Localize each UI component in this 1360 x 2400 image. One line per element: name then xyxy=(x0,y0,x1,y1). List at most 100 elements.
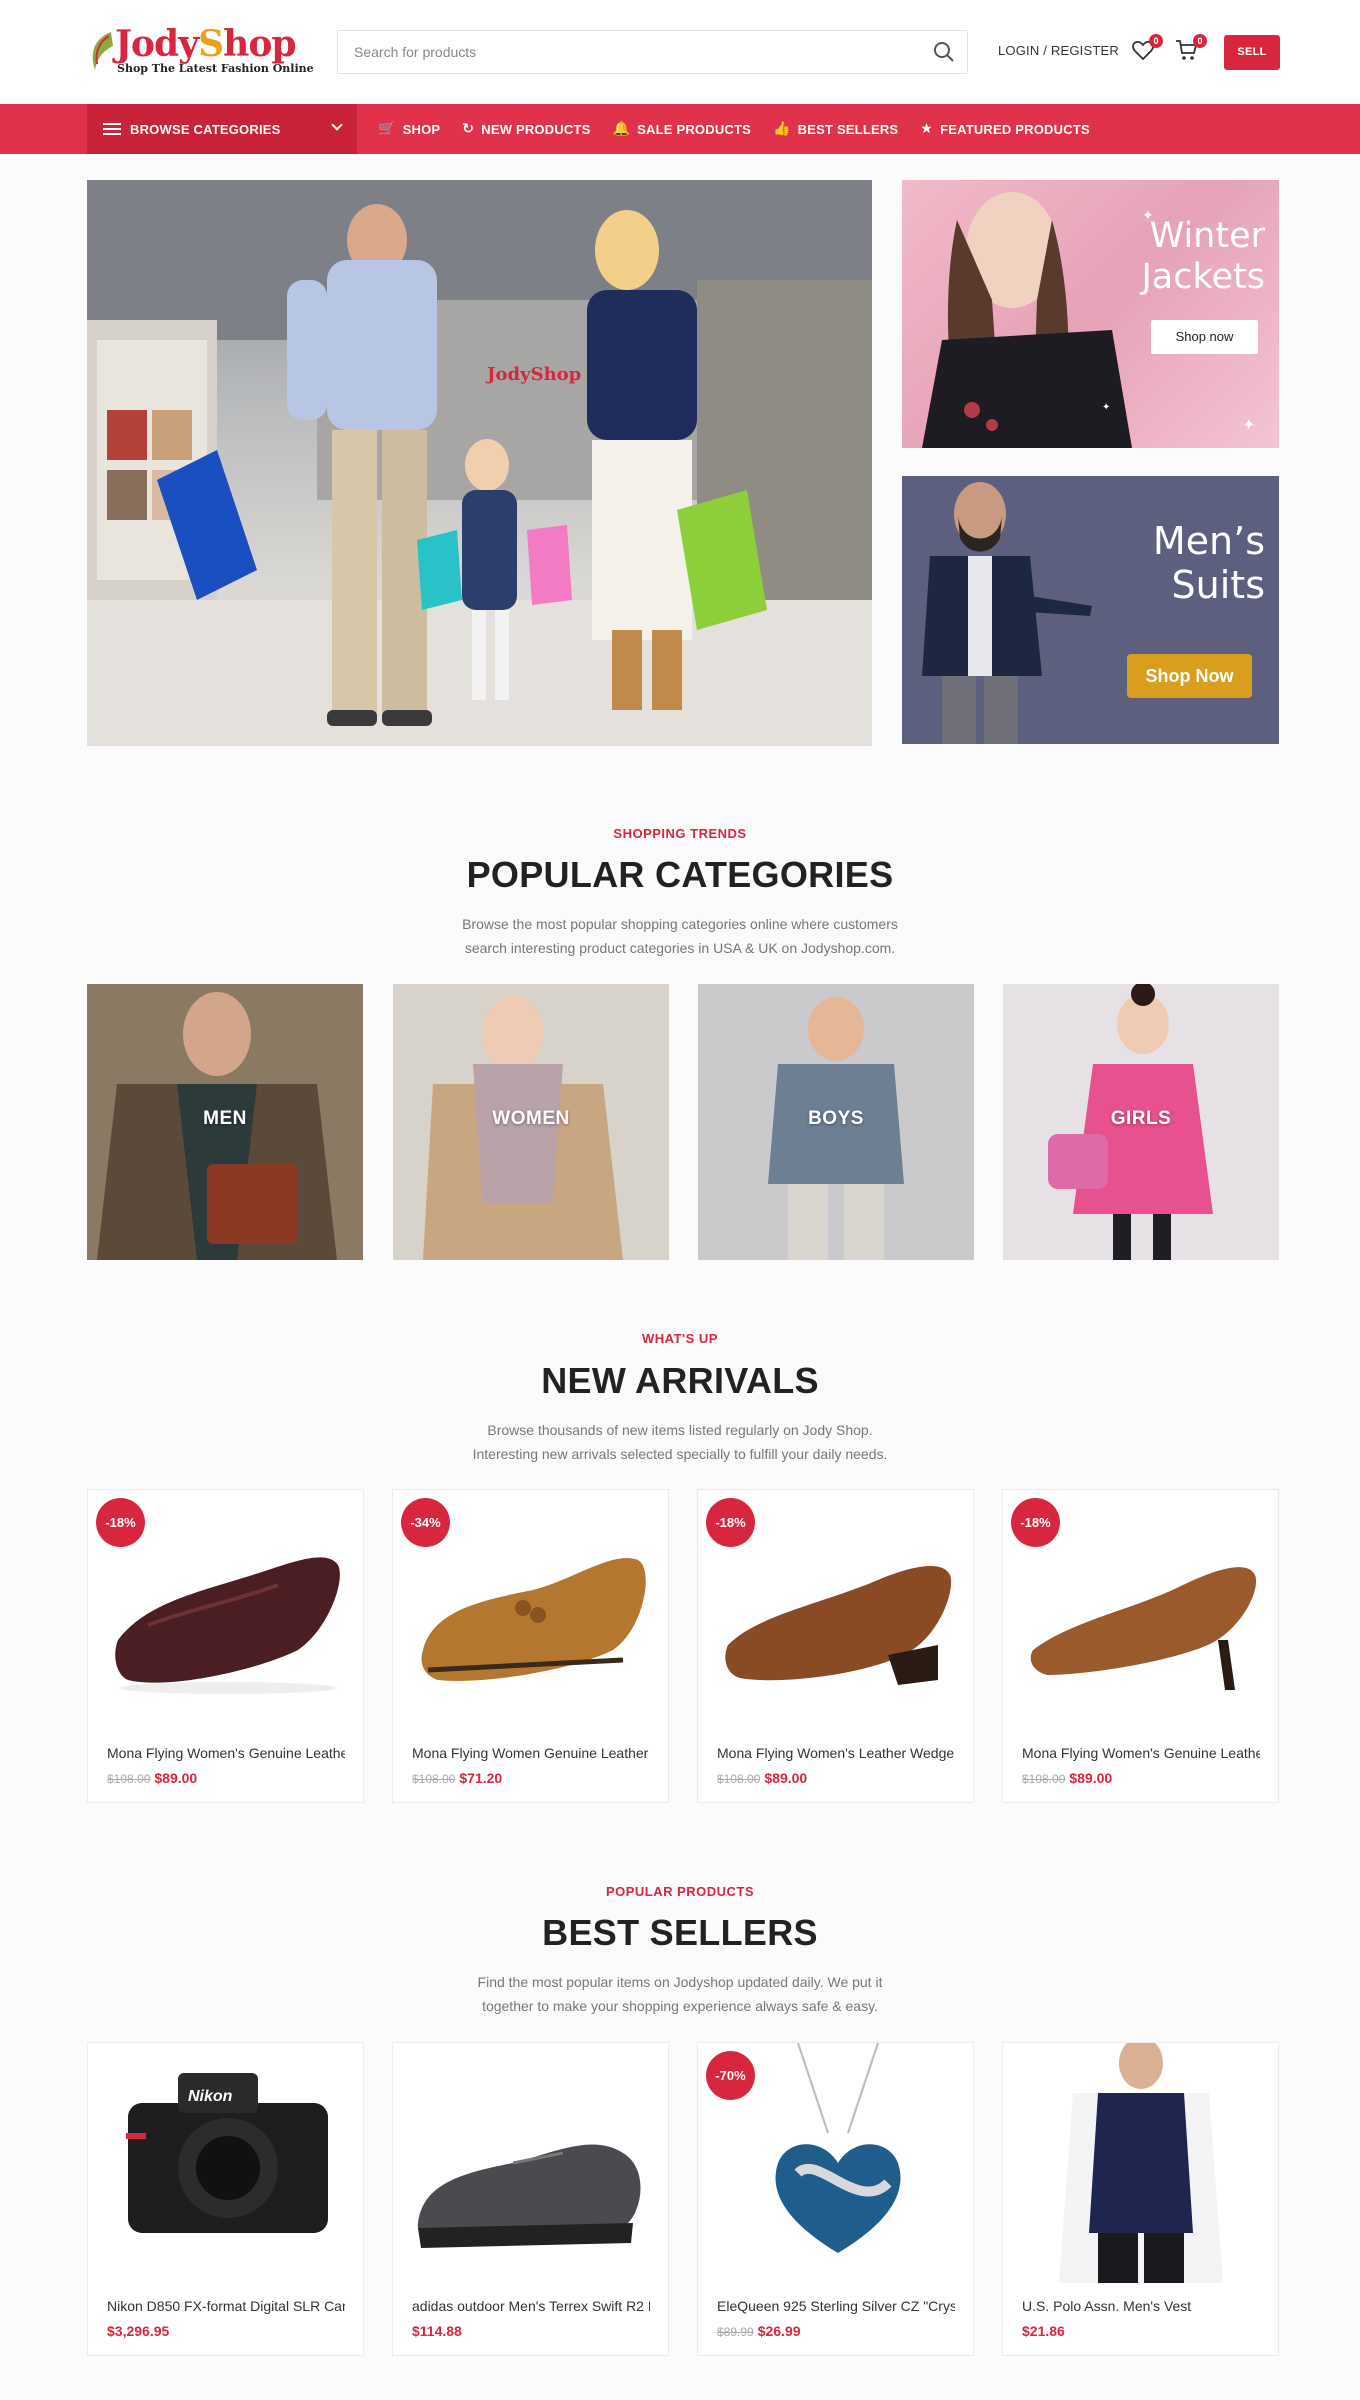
search-icon[interactable] xyxy=(933,41,955,63)
cart-button[interactable]: 0 xyxy=(1175,34,1207,64)
category-label: BOYS xyxy=(808,1108,864,1129)
section-title: POPULAR CATEGORIES xyxy=(466,854,894,895)
section-title: NEW ARRIVALS xyxy=(541,1360,819,1401)
wishlist-button[interactable]: 0 xyxy=(1131,34,1163,64)
product-price: $108.00 $89.00 xyxy=(717,1770,807,1786)
product-card[interactable]: -18% Mona Flying Women's Leather Wedge S… xyxy=(697,1489,974,1803)
product-name[interactable]: Nikon D850 FX-format Digital SLR Camera … xyxy=(107,2298,345,2314)
hero-main-banner[interactable]: JodyShop xyxy=(87,180,872,746)
product-name[interactable]: Mona Flying Women's Genuine Leather Heel… xyxy=(1022,1745,1260,1761)
nav-item-new-products[interactable]: ↻ NEW PRODUCTS xyxy=(462,121,590,137)
page: JodyShop Shop The Latest Fashion Online … xyxy=(0,0,1360,2400)
main-nav: BROWSE CATEGORIES 🛒 SHOP ↻ NEW PRODUCTS … xyxy=(0,104,1360,154)
banner-title-line1: Winter xyxy=(1149,216,1265,256)
old-price: $89.99 xyxy=(717,2325,754,2339)
product-card[interactable]: -18% Mona Flying Women's Genuine Leather… xyxy=(87,1489,364,1803)
winter-jackets-title: Winter Jackets xyxy=(1141,218,1265,296)
product-card[interactable]: adidas outdoor Men's Terrex Swift R2 Hik… xyxy=(392,2042,669,2356)
hamburger-icon xyxy=(103,123,121,135)
sale-price: $71.20 xyxy=(459,1770,503,1786)
product-name[interactable]: EleQueen 925 Sterling Silver CZ "Crystal… xyxy=(717,2298,955,2314)
shop-now-button[interactable]: Shop Now xyxy=(1127,654,1252,698)
mens-suits-banner[interactable]: Men’s Suits Shop Now xyxy=(902,476,1279,744)
product-name[interactable]: Mona Flying Women's Genuine Leather Wedg… xyxy=(107,1745,345,1761)
sell-button[interactable]: SELL xyxy=(1224,35,1280,70)
product-card[interactable]: -18% Mona Flying Women's Genuine Leather… xyxy=(1002,1489,1279,1803)
old-price: $108.00 xyxy=(107,1772,151,1786)
product-price: $3,296.95 xyxy=(107,2323,169,2339)
discount-badge: -70% xyxy=(706,2051,755,2100)
description-line: Find the most popular items on Jodyshop … xyxy=(477,1974,883,1990)
sale-price: $3,296.95 xyxy=(107,2323,170,2339)
product-price: $89.99 $26.99 xyxy=(717,2323,801,2339)
nav-item-label: SALE PRODUCTS xyxy=(637,121,752,137)
sale-price: $89.00 xyxy=(154,1770,198,1786)
product-name[interactable]: U.S. Polo Assn. Men's Vest xyxy=(1022,2298,1260,2314)
product-card[interactable]: U.S. Polo Assn. Men's Vest $21.86 xyxy=(1002,2042,1279,2356)
product-price: $108.00 $71.20 xyxy=(412,1770,502,1786)
chevron-down-icon xyxy=(331,119,343,131)
camera-brand-label: Nikon xyxy=(188,2088,233,2105)
search-input[interactable] xyxy=(338,31,908,73)
cart-icon: 🛒 xyxy=(378,121,396,137)
nav-item-featured-products[interactable]: ★ FEATURED PRODUCTS xyxy=(920,121,1090,137)
product-image-dslr-camera: Nikon xyxy=(126,2073,328,2233)
banner-title-line2: Jackets xyxy=(1141,256,1265,297)
section-title: BEST SELLERS xyxy=(542,1912,818,1953)
category-label: MEN xyxy=(203,1108,247,1129)
category-tile-boys[interactable]: BOYS xyxy=(698,984,974,1260)
discount-badge: -18% xyxy=(706,1498,755,1547)
nav-item-label: SHOP xyxy=(402,121,441,137)
logo-title: JodyShop xyxy=(115,23,297,65)
section-description: Browse the most popular shopping categor… xyxy=(380,912,980,960)
discount-badge: -18% xyxy=(96,1498,145,1547)
nav-item-best-sellers[interactable]: 👍 BEST SELLERS xyxy=(773,121,898,137)
sale-price: $89.00 xyxy=(1069,1770,1113,1786)
category-tile-women[interactable]: WOMEN xyxy=(393,984,669,1260)
browse-categories-dropdown[interactable]: BROWSE CATEGORIES xyxy=(87,104,357,154)
browse-categories-label: BROWSE CATEGORIES xyxy=(130,122,281,137)
discount-badge: -34% xyxy=(401,1498,450,1547)
product-name[interactable]: Mona Flying Women's Leather Wedge Shoes xyxy=(717,1745,955,1761)
product-image-mens-vest xyxy=(1059,2043,1223,2283)
description-line: search interesting product categories in… xyxy=(464,940,896,956)
product-card[interactable]: -34% Mona Flying Women Genuine Leather L… xyxy=(392,1489,669,1803)
category-label: WOMEN xyxy=(492,1108,570,1129)
sale-price: $21.86 xyxy=(1022,2323,1065,2339)
nav-item-label: BEST SELLERS xyxy=(797,121,899,137)
winter-jackets-banner[interactable]: ✦ ✦ ✦ Winter Jackets Shop now xyxy=(902,180,1279,448)
site-header: JodyShop Shop The Latest Fashion Online … xyxy=(0,0,1360,104)
description-line: Browse the most popular shopping categor… xyxy=(462,916,898,932)
hero-family-shopping-image: JodyShop xyxy=(87,180,872,746)
product-price: $108.00 $89.00 xyxy=(1022,1770,1112,1786)
description-line: Interesting new arrivals selected specia… xyxy=(472,1446,888,1462)
banner-title-line2: Suits xyxy=(1171,562,1265,607)
hero-store-sign: JodyShop xyxy=(485,364,581,385)
product-card[interactable]: -70% EleQueen 925 Sterling Silver CZ "Cr… xyxy=(697,2042,974,2356)
product-card[interactable]: Nikon Nikon D850 FX-format Digital SLR C… xyxy=(87,2042,364,2356)
shop-now-button[interactable]: Shop now xyxy=(1151,320,1258,354)
cart-count-badge: 0 xyxy=(1193,34,1207,48)
product-price: $108.00 $89.00 xyxy=(107,1770,197,1786)
svg-text:✦: ✦ xyxy=(1102,402,1110,413)
nav-item-shop[interactable]: 🛒 SHOP xyxy=(378,121,440,137)
category-tile-girls[interactable]: GIRLS xyxy=(1003,984,1279,1260)
section-description: Browse thousands of new items listed reg… xyxy=(380,1418,980,1466)
category-label: GIRLS xyxy=(1110,1108,1172,1129)
login-register-link[interactable]: LOGIN / REGISTER xyxy=(998,43,1119,58)
product-price: $114.88 xyxy=(412,2323,462,2339)
section-subtitle: WHAT'S UP xyxy=(642,1331,718,1346)
nav-item-sale-products[interactable]: 🔔 SALE PRODUCTS xyxy=(613,121,751,137)
old-price: $108.00 xyxy=(412,1772,456,1786)
site-logo[interactable]: JodyShop Shop The Latest Fashion Online xyxy=(87,24,317,80)
product-name[interactable]: adidas outdoor Men's Terrex Swift R2 Hik… xyxy=(412,2298,650,2314)
section-subtitle: POPULAR PRODUCTS xyxy=(605,1884,755,1899)
nav-item-label: NEW PRODUCTS xyxy=(481,121,591,137)
sale-price: $26.99 xyxy=(757,2323,801,2339)
sale-price: $89.00 xyxy=(764,1770,808,1786)
category-tile-men[interactable]: MEN xyxy=(87,984,363,1260)
svg-text:✦: ✦ xyxy=(1242,417,1255,434)
section-description: Find the most popular items on Jodyshop … xyxy=(380,1970,980,2018)
discount-badge: -18% xyxy=(1011,1498,1060,1547)
product-name[interactable]: Mona Flying Women Genuine Leather Loafer… xyxy=(412,1745,650,1761)
